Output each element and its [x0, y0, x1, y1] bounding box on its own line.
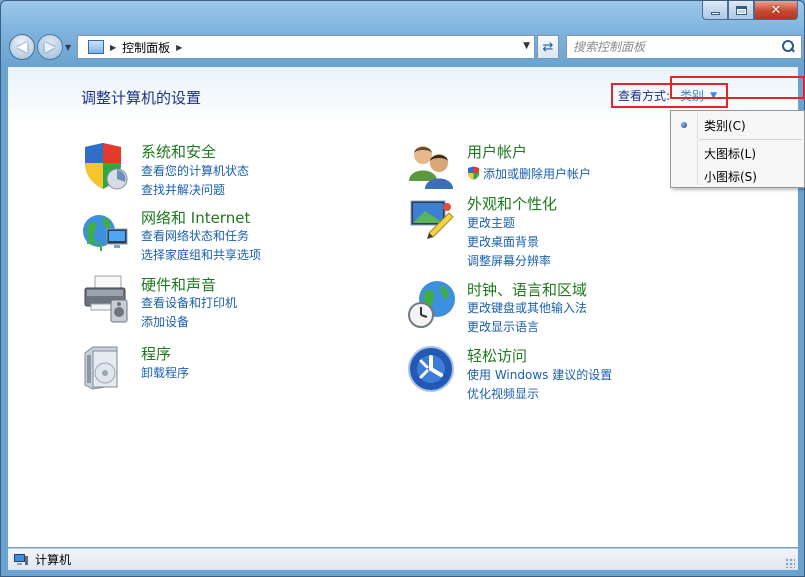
- category-title[interactable]: 时钟、语言和区域: [467, 279, 587, 300]
- status-text: 计算机: [35, 553, 72, 567]
- menu-item-label: 类别(C): [704, 118, 746, 133]
- menu-item-label: 小图标(S): [704, 169, 757, 184]
- menu-item-label: 大图标(L): [704, 146, 757, 161]
- link-homegroup-sharing[interactable]: 选择家庭组和共享选项: [141, 246, 261, 263]
- view-by-label: 查看方式:: [618, 89, 671, 103]
- radio-selected-icon: [681, 122, 687, 128]
- control-panel-icon: [88, 40, 104, 54]
- link-add-remove-user-accounts[interactable]: 添加或删除用户帐户: [467, 165, 591, 182]
- close-icon: ✕: [770, 2, 782, 18]
- maximize-button[interactable]: [728, 1, 754, 20]
- view-menu: 类别(C) 大图标(L) 小图标(S): [670, 110, 805, 188]
- refresh-button[interactable]: ⇄: [537, 35, 559, 59]
- maximize-icon: [735, 5, 747, 15]
- back-button[interactable]: ◀: [9, 34, 35, 60]
- forward-button[interactable]: ▶: [37, 34, 63, 60]
- search-icon[interactable]: [781, 40, 795, 54]
- link-optimize-video-display[interactable]: 优化视频显示: [467, 385, 539, 402]
- network-icon: [83, 215, 128, 251]
- globe-clock-icon: [408, 281, 455, 328]
- back-arrow-icon: ◀: [16, 39, 28, 55]
- link-adjust-screen-resolution[interactable]: 调整屏幕分辨率: [467, 252, 551, 269]
- window: ✕ ◀ ▶ ▼ ▶ 控制面板 ▶ ▼ ⇄ 调整计算机的设置 查看方式: 类别 ▼: [0, 0, 805, 577]
- shield-icon: [85, 143, 128, 190]
- link-windows-recommended-settings[interactable]: 使用 Windows 建议的设置: [467, 366, 612, 383]
- breadcrumb-separator-icon[interactable]: ▶: [110, 43, 116, 52]
- category-title[interactable]: 系统和安全: [141, 141, 216, 162]
- category-system-security: 系统和安全 查看您的计算机状态 查找并解决问题: [81, 141, 311, 197]
- menu-separator: [699, 139, 802, 140]
- link-find-fix-problems[interactable]: 查找并解决问题: [141, 181, 225, 198]
- category-title[interactable]: 用户帐户: [467, 141, 527, 162]
- link-change-desktop-background[interactable]: 更改桌面背景: [467, 233, 539, 250]
- page-title: 调整计算机的设置: [81, 89, 202, 107]
- breadcrumb-separator-icon[interactable]: ▶: [176, 43, 182, 52]
- category-clock-language-region: 时钟、语言和区域 更改键盘或其他输入法 更改显示语言: [407, 279, 647, 335]
- computer-icon: [14, 553, 28, 565]
- category-appearance: 外观和个性化 更改主题 更改桌面背景 调整屏幕分辨率: [407, 193, 647, 268]
- menu-item-category[interactable]: 类别(C): [671, 114, 804, 136]
- status-bar: 计算机: [8, 548, 798, 570]
- link-text: 添加或删除用户帐户: [483, 167, 592, 181]
- minimize-icon: [710, 11, 720, 15]
- refresh-icon: ⇄: [542, 39, 554, 55]
- address-dropdown-icon[interactable]: ▼: [523, 41, 530, 51]
- category-user-accounts: 用户帐户 添加或删除用户帐户: [407, 141, 647, 191]
- search-box[interactable]: [566, 35, 802, 59]
- menu-item-small-icons[interactable]: 小图标(S): [671, 165, 804, 187]
- ease-of-access-icon: [408, 346, 454, 392]
- users-icon: [409, 146, 453, 189]
- link-uninstall-program[interactable]: 卸载程序: [141, 364, 189, 381]
- category-hardware-sound: 硬件和声音 查看设备和打印机 添加设备: [81, 274, 311, 330]
- link-add-device[interactable]: 添加设备: [141, 313, 189, 330]
- category-title[interactable]: 程序: [141, 343, 171, 364]
- resize-grip[interactable]: [785, 558, 795, 568]
- navigation-bar: ◀ ▶ ▼ ▶ 控制面板 ▶ ▼ ⇄: [9, 33, 802, 61]
- forward-arrow-icon: ▶: [44, 39, 56, 55]
- category-programs: 程序 卸载程序: [81, 343, 311, 393]
- category-title[interactable]: 轻松访问: [467, 345, 527, 366]
- printer-icon: [84, 275, 128, 323]
- caption-buttons: ✕: [702, 1, 798, 20]
- address-bar[interactable]: ▶ 控制面板 ▶ ▼: [77, 35, 535, 59]
- category-network-internet: 网络和 Internet 查看网络状态和任务 选择家庭组和共享选项: [81, 207, 311, 263]
- recent-pages-dropdown[interactable]: ▼: [65, 43, 75, 52]
- search-input[interactable]: [573, 40, 781, 54]
- highlight-box-large-icons: [670, 76, 805, 99]
- category-title[interactable]: 网络和 Internet: [141, 207, 250, 228]
- close-button[interactable]: ✕: [754, 1, 798, 20]
- minimize-button[interactable]: [702, 1, 728, 20]
- category-title[interactable]: 硬件和声音: [141, 274, 216, 295]
- appearance-icon: [410, 200, 454, 239]
- menu-item-large-icons[interactable]: 大图标(L): [671, 142, 804, 164]
- link-network-status[interactable]: 查看网络状态和任务: [141, 227, 249, 244]
- programs-icon: [84, 346, 118, 390]
- link-change-theme[interactable]: 更改主题: [467, 214, 515, 231]
- uac-shield-icon: [468, 166, 479, 180]
- link-change-display-language[interactable]: 更改显示语言: [467, 318, 539, 335]
- link-devices-printers[interactable]: 查看设备和打印机: [141, 294, 237, 311]
- main-content: 调整计算机的设置 查看方式: 类别 ▼ 类别(C) 大图标(L) 小图标(S): [8, 67, 805, 547]
- breadcrumb-control-panel[interactable]: 控制面板: [122, 39, 170, 56]
- category-ease-of-access: 轻松访问 使用 Windows 建议的设置 优化视频显示: [407, 345, 647, 401]
- category-title[interactable]: 外观和个性化: [467, 193, 557, 214]
- link-check-computer-status[interactable]: 查看您的计算机状态: [141, 162, 249, 179]
- link-change-keyboard-input[interactable]: 更改键盘或其他输入法: [467, 299, 587, 316]
